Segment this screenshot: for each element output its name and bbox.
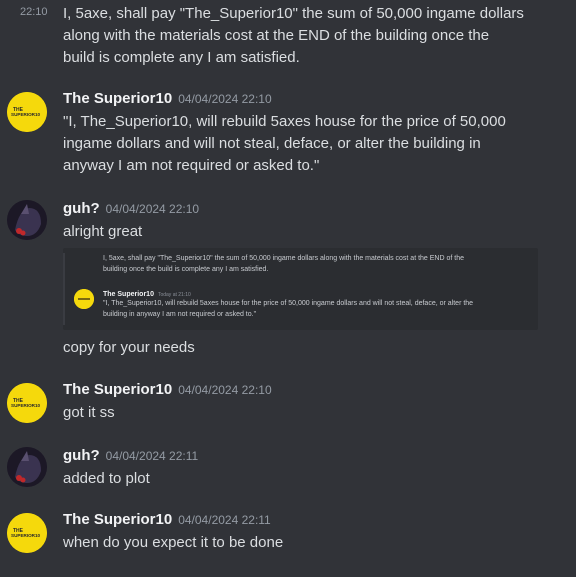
superior-logo-icon: THE SUPERIOR10 xyxy=(7,92,47,132)
username[interactable]: guh? xyxy=(63,447,100,464)
username[interactable]: The Superior10 xyxy=(63,511,172,528)
embed-line: building once the build is complete any … xyxy=(103,266,269,273)
avatar[interactable]: THE SUPERIOR10 xyxy=(7,92,47,132)
superior-logo-icon xyxy=(74,289,94,309)
message-line: I, 5axe, shall pay "The_Superior10" the … xyxy=(63,5,524,22)
username[interactable]: guh? xyxy=(63,200,100,217)
superior-logo-icon: THE SUPERIOR10 xyxy=(7,383,47,423)
timestamp: 04/04/2024 22:11 xyxy=(105,449,199,463)
username[interactable]: The Superior10 xyxy=(63,90,172,107)
superior-logo-icon: THE SUPERIOR10 xyxy=(7,513,47,553)
svg-text:SUPERIOR10: SUPERIOR10 xyxy=(11,112,41,117)
embed-line: "I, The_Superior10, will rebuild 5axes h… xyxy=(103,300,474,307)
username[interactable]: The Superior10 xyxy=(63,381,172,398)
dark-character-avatar-icon xyxy=(7,447,47,487)
timestamp: 04/04/2024 22:10 xyxy=(105,202,200,216)
message-line: ingame dollars and will not steal, defac… xyxy=(63,135,481,152)
message-line: added to plot xyxy=(63,470,150,487)
avatar[interactable] xyxy=(7,200,47,240)
timestamp: 04/04/2024 22:11 xyxy=(178,513,271,527)
message-line: along with the materials cost at the END… xyxy=(63,27,490,44)
embed-line: I, 5axe, shall pay "The_Superior10" the … xyxy=(103,255,465,262)
divider xyxy=(63,253,65,325)
message-line: when do you expect it to be done xyxy=(63,534,284,551)
message-line: alright great xyxy=(63,223,143,240)
timestamp: 04/04/2024 22:10 xyxy=(178,383,272,397)
message-line: "I, The_Superior10, will rebuild 5axes h… xyxy=(63,113,506,130)
embed-line: building in anyway I am not required or … xyxy=(103,311,257,318)
timestamp: 04/04/2024 22:10 xyxy=(178,92,272,106)
message-line: copy for your needs xyxy=(63,339,195,356)
avatar[interactable] xyxy=(7,447,47,487)
message-line: anyway I am not required or asked to." xyxy=(63,157,320,174)
avatar xyxy=(74,289,94,309)
message-line: got it ss xyxy=(63,404,115,421)
hover-timestamp: 22:10 xyxy=(20,6,48,18)
dark-character-avatar-icon xyxy=(7,200,47,240)
embed-username: The Superior10 xyxy=(103,291,154,298)
screenshot-attachment[interactable]: I, 5axe, shall pay "The_Superior10" the … xyxy=(63,248,538,330)
svg-text:SUPERIOR10: SUPERIOR10 xyxy=(11,533,41,538)
avatar[interactable]: THE SUPERIOR10 xyxy=(7,383,47,423)
message-line: build is complete any I am satisfied. xyxy=(63,49,300,66)
avatar[interactable]: THE SUPERIOR10 xyxy=(7,513,47,553)
svg-text:SUPERIOR10: SUPERIOR10 xyxy=(11,403,41,408)
